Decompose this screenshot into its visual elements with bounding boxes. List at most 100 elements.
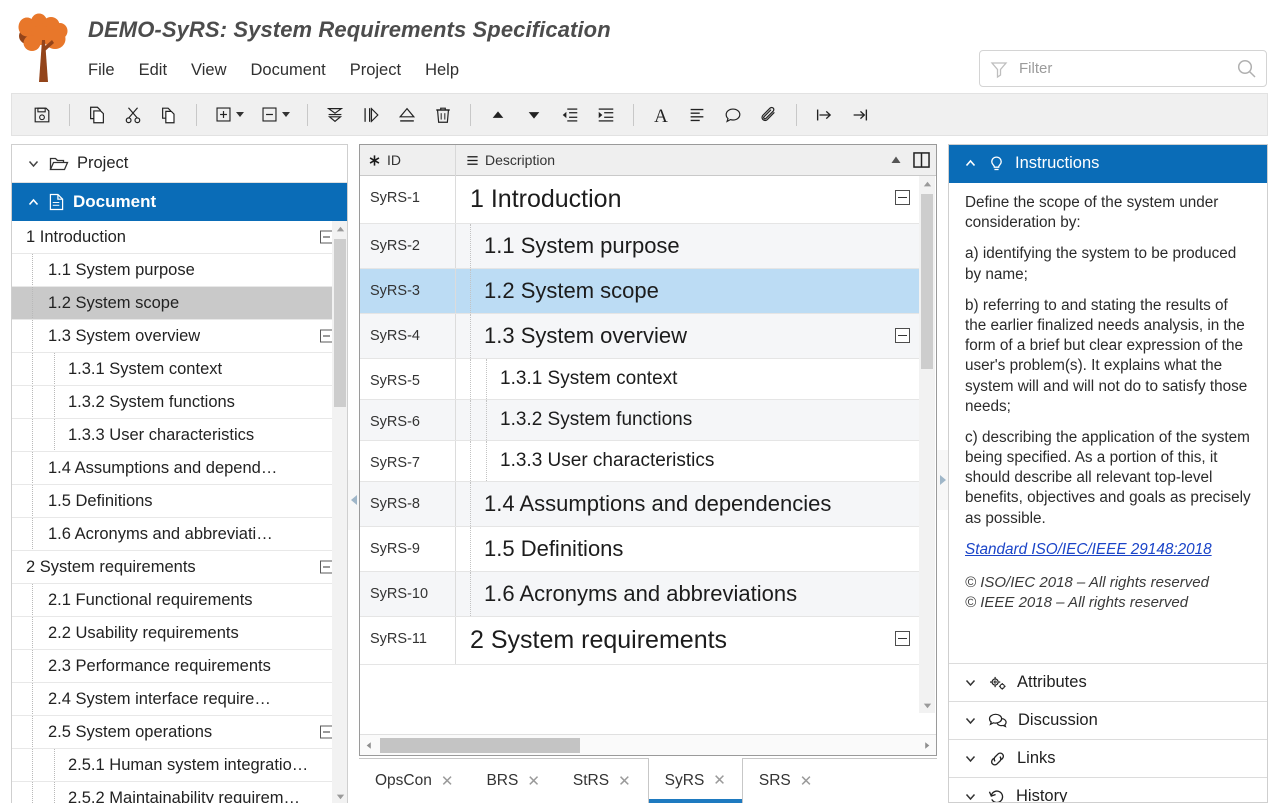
table-row[interactable]: SyRS-5 1.3.1 System context — [360, 359, 922, 400]
collapse-toggle-icon[interactable] — [895, 631, 910, 646]
panel-section-links[interactable]: Links — [949, 740, 1267, 778]
table-row-list: SyRS-1 1 Introduction SyRS-2 1.1 System pur… — [360, 176, 922, 665]
panel-section-history[interactable]: History — [949, 778, 1267, 802]
tree-node[interactable]: 1.3.2 System functions — [12, 386, 347, 419]
collapse-toggle-icon[interactable] — [895, 190, 910, 205]
table-row[interactable]: SyRS-6 1.3.2 System functions — [360, 400, 922, 441]
document-tab[interactable]: SRS ✕ — [743, 759, 829, 803]
panel-section-instructions[interactable]: Instructions — [949, 145, 1267, 183]
comment-button[interactable] — [715, 97, 751, 133]
menu-item-view[interactable]: View — [191, 59, 240, 82]
table-row[interactable]: SyRS-11 2 System requirements — [360, 617, 922, 665]
copy-button[interactable] — [79, 97, 115, 133]
tree-node[interactable]: 2.4 System interface require… — [12, 683, 347, 716]
table-row[interactable]: SyRS-7 1.3.3 User characteristics — [360, 441, 922, 482]
document-tab[interactable]: StRS ✕ — [557, 759, 648, 803]
tree-vertical-scrollbar[interactable] — [332, 221, 347, 803]
panel-section-attributes[interactable]: Attributes — [949, 664, 1267, 702]
magnifier-icon[interactable] — [1236, 58, 1257, 79]
close-x-icon[interactable]: ✕ — [441, 774, 454, 789]
scroll-left-arrow-icon[interactable] — [360, 735, 377, 756]
split-columns-icon[interactable] — [913, 152, 930, 168]
column-header-description[interactable]: Description — [456, 145, 936, 176]
document-tab[interactable]: SyRS ✕ — [647, 758, 743, 803]
indent-button[interactable] — [588, 97, 624, 133]
tree-node[interactable]: 1.3.1 System context — [12, 353, 347, 386]
table-row[interactable]: SyRS-3 1.2 System scope — [360, 269, 922, 314]
save-button[interactable] — [24, 97, 60, 133]
tree-node[interactable]: 2.5 System operations — [12, 716, 347, 749]
tree-scrollbar-thumb[interactable] — [334, 239, 346, 407]
scroll-up-arrow-icon[interactable] — [919, 176, 935, 192]
add-item-button[interactable] — [206, 97, 252, 133]
tree-node[interactable]: 2.1 Functional requirements — [12, 584, 347, 617]
menu-item-project[interactable]: Project — [350, 59, 415, 82]
table-row[interactable]: SyRS-10 1.6 Acronyms and abbreviations — [360, 572, 922, 617]
column-header-id[interactable]: ID — [360, 145, 456, 176]
jump-to-button[interactable] — [806, 97, 842, 133]
table-row[interactable]: SyRS-4 1.3 System overview — [360, 314, 922, 359]
table-row[interactable]: SyRS-2 1.1 System purpose — [360, 224, 922, 269]
scroll-up-arrow-icon[interactable] — [332, 221, 347, 237]
scroll-right-arrow-icon[interactable] — [919, 735, 936, 756]
tree-node[interactable]: 1.3 System overview — [12, 320, 347, 353]
tree-item-project[interactable]: Project — [12, 145, 347, 183]
paperclip-icon[interactable] — [751, 97, 787, 133]
collapse-toggle-icon[interactable] — [895, 328, 910, 343]
tree-node[interactable]: 2 System requirements — [12, 551, 347, 584]
tree-node[interactable]: 1.5 Definitions — [12, 485, 347, 518]
search-input[interactable] — [1009, 59, 1236, 78]
menu-item-document[interactable]: Document — [251, 59, 340, 82]
outdent-button[interactable] — [552, 97, 588, 133]
tree-item-document[interactable]: Document — [12, 183, 347, 221]
panel-section-discussion[interactable]: Discussion — [949, 702, 1267, 740]
menu-item-edit[interactable]: Edit — [139, 59, 181, 82]
collapse-all-button[interactable] — [317, 97, 353, 133]
close-x-icon[interactable]: ✕ — [618, 774, 631, 789]
tree-node[interactable]: 2.3 Performance requirements — [12, 650, 347, 683]
left-pane-splitter[interactable] — [348, 470, 359, 530]
scroll-down-arrow-icon[interactable] — [332, 788, 347, 803]
tree-node[interactable]: 2.5.1 Human system integratio… — [12, 749, 347, 782]
table-horizontal-scrollbar[interactable] — [360, 734, 936, 755]
scroll-down-arrow-icon[interactable] — [919, 697, 935, 713]
tree-node[interactable]: 2.5.2 Maintainability requirem… — [12, 782, 347, 803]
menu-item-file[interactable]: File — [88, 59, 129, 82]
standard-link[interactable]: Standard ISO/IEC/IEEE 29148:2018 — [965, 540, 1253, 560]
table-vertical-scrollbar[interactable] — [919, 176, 935, 713]
right-pane-splitter[interactable] — [937, 450, 948, 510]
cut-button[interactable] — [115, 97, 151, 133]
format-text-button[interactable]: A — [643, 97, 679, 133]
table-row[interactable]: SyRS-9 1.5 Definitions — [360, 527, 922, 572]
menu-item-help[interactable]: Help — [425, 59, 473, 82]
tree-node[interactable]: 1.6 Acronyms and abbreviati… — [12, 518, 347, 551]
tree-node[interactable]: 2.2 Usability requirements — [12, 617, 347, 650]
move-up-button[interactable] — [480, 97, 516, 133]
tree-node[interactable]: 1.4 Assumptions and depend… — [12, 452, 347, 485]
remove-item-button[interactable] — [252, 97, 298, 133]
sort-ascending-icon[interactable] — [890, 155, 902, 165]
table-scrollbar-thumb[interactable] — [921, 194, 933, 369]
tree-node[interactable]: 1.1 System purpose — [12, 254, 347, 287]
paste-button[interactable] — [151, 97, 187, 133]
paragraph-button[interactable] — [679, 97, 715, 133]
filter-box[interactable] — [979, 50, 1267, 87]
tree-item-project-label: Project — [77, 154, 129, 172]
move-down-button[interactable] — [516, 97, 552, 133]
table-hscrollbar-thumb[interactable] — [380, 738, 580, 753]
tree-node[interactable]: 1.2 System scope — [12, 287, 347, 320]
eject-button[interactable] — [389, 97, 425, 133]
table-row[interactable]: SyRS-1 1 Introduction — [360, 176, 922, 224]
tree-node[interactable]: 1 Introduction — [12, 221, 347, 254]
document-tab[interactable]: OpsCon ✕ — [359, 759, 470, 803]
document-tab[interactable]: BRS ✕ — [470, 759, 556, 803]
close-x-icon[interactable]: ✕ — [527, 774, 540, 789]
go-to-end-button[interactable] — [842, 97, 878, 133]
close-x-icon[interactable]: ✕ — [800, 774, 813, 789]
delete-button[interactable] — [425, 97, 461, 133]
close-x-icon[interactable]: ✕ — [713, 773, 726, 788]
expand-next-button[interactable] — [353, 97, 389, 133]
tree-node[interactable]: 1.3.3 User characteristics — [12, 419, 347, 452]
instructions-content: Define the scope of the system under con… — [949, 183, 1267, 664]
table-row[interactable]: SyRS-8 1.4 Assumptions and dependencies — [360, 482, 922, 527]
